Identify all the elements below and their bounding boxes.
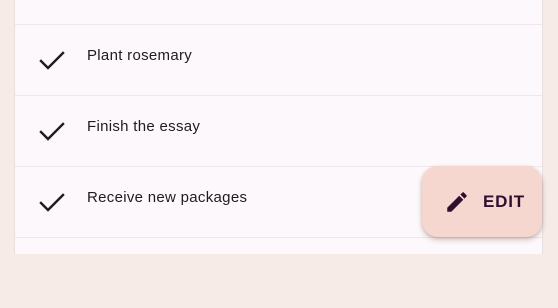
- check-icon: [39, 122, 65, 141]
- task-label: Receive new packages: [87, 189, 248, 206]
- edit-fab-label: EDIT: [483, 192, 525, 211]
- list-item[interactable]: [15, 237, 542, 308]
- edit-pencil-icon: [447, 192, 467, 212]
- task-label: Plant rosemary: [87, 47, 193, 64]
- check-icon: [39, 193, 65, 212]
- list-item[interactable]: Finish the essay: [15, 95, 542, 166]
- edit-fab-button[interactable]: EDIT: [422, 166, 542, 237]
- list-item[interactable]: Plant rosemary: [15, 24, 542, 95]
- task-label: Finish the essay: [87, 118, 201, 135]
- check-icon: [39, 51, 65, 70]
- list-item[interactable]: [15, 0, 542, 24]
